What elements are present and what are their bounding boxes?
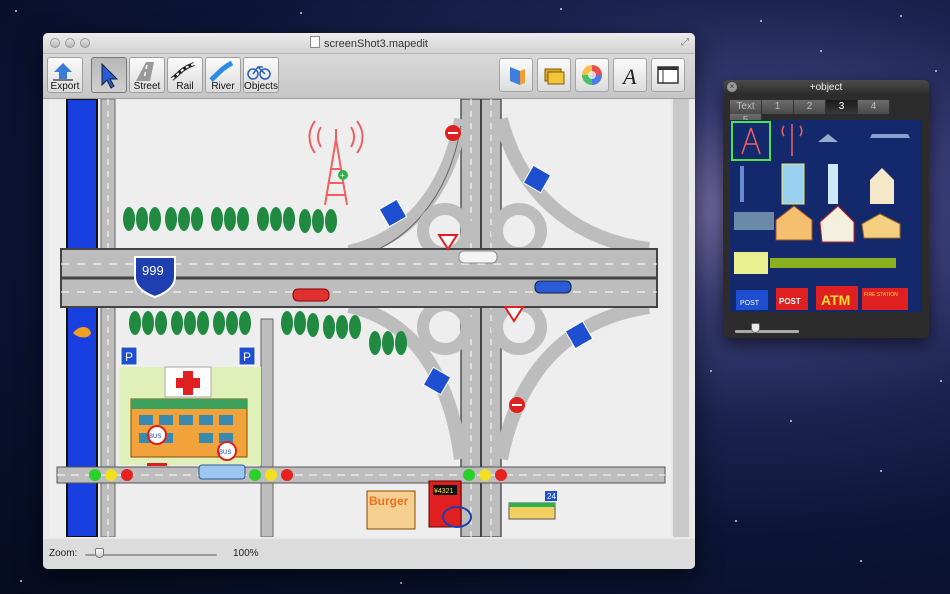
zoom-value: 100%	[233, 548, 259, 559]
palette-building-tall[interactable]	[781, 163, 805, 205]
car-white[interactable]	[458, 250, 498, 264]
fullscreen-icon[interactable]: ⤢	[681, 37, 689, 48]
palette-tower-red[interactable]	[741, 127, 761, 155]
palette-rail-green[interactable]	[770, 258, 896, 268]
inspector-button[interactable]	[651, 58, 685, 92]
font-button[interactable]: A	[613, 58, 647, 92]
selected-object-highlight	[731, 121, 771, 161]
palette-house-brown[interactable]	[775, 205, 813, 241]
zoom-label: Zoom:	[49, 548, 78, 559]
zoom-slider-track[interactable]	[85, 554, 217, 556]
object-palette: × +object Text 1 2 3 4 5 POST	[723, 80, 929, 338]
palette-title-bar[interactable]: × +object	[723, 80, 929, 95]
car-red[interactable]	[292, 288, 330, 302]
map-editor-window: screenShot3.mapedit ⤢ Export Street Rail…	[43, 33, 695, 569]
palette-size-knob[interactable]	[751, 323, 760, 333]
svg-text:A: A	[621, 64, 637, 89]
map-drawing[interactable]: + 999 P P BUS BUS Burger ¥4321 24	[49, 99, 671, 537]
layers-blue-icon	[510, 67, 525, 85]
arrow-cursor-icon	[101, 62, 119, 89]
street-icon	[136, 62, 154, 81]
svg-text:+: +	[340, 171, 345, 180]
palette-bridge-2[interactable]	[870, 134, 910, 138]
loop-upper-right[interactable]	[491, 203, 547, 259]
rail-tool-button[interactable]: Rail	[167, 57, 203, 93]
radio-tower[interactable]	[308, 120, 364, 206]
svg-text:FIRE STATION: FIRE STATION	[864, 292, 898, 298]
color-button[interactable]	[575, 58, 609, 92]
svg-text:P: P	[243, 350, 251, 364]
bicycle-icon	[247, 65, 271, 80]
palette-church[interactable]	[870, 168, 894, 204]
objects-tool-button[interactable]: Objects	[243, 57, 279, 93]
palette-tab-3[interactable]: 3	[826, 100, 858, 114]
river-tool-button[interactable]: River	[205, 57, 241, 93]
palette-pole[interactable]	[740, 166, 744, 202]
layer-order-button[interactable]	[499, 58, 533, 92]
inspector-icon	[657, 66, 679, 84]
palette-factory[interactable]	[734, 212, 774, 230]
palette-bridge-1[interactable]	[818, 134, 838, 142]
palette-wall-yellow[interactable]	[734, 252, 768, 274]
title-bar[interactable]: screenShot3.mapedit ⤢	[43, 33, 695, 54]
svg-text:BUS: BUS	[149, 434, 161, 440]
palette-tab-2[interactable]: 2	[794, 100, 826, 114]
traffic-light-left[interactable]	[89, 469, 133, 481]
street-tool-button[interactable]: Street	[129, 57, 165, 93]
svg-text:ATM: ATM	[821, 292, 850, 308]
svg-text:24: 24	[547, 492, 556, 501]
palette-tab-1[interactable]: 1	[762, 100, 794, 114]
svg-text:¥4321: ¥4321	[434, 488, 454, 495]
folders-icon	[544, 68, 565, 85]
palette-close-icon[interactable]: ×	[727, 82, 737, 92]
color-wheel-icon	[582, 65, 602, 85]
svg-text:Burger: Burger	[369, 494, 409, 508]
palette-tab-text[interactable]: Text	[730, 100, 762, 114]
rail-icon	[170, 62, 195, 81]
traffic-light-mid[interactable]	[249, 469, 293, 481]
svg-text:POST: POST	[740, 300, 760, 307]
traffic-light-right[interactable]	[463, 469, 507, 481]
trees-upper[interactable]	[123, 207, 337, 233]
river-icon	[209, 60, 234, 82]
palette-tower-white[interactable]	[828, 164, 838, 204]
palette-object-grid: POST POST ATM FIRE STATION	[730, 120, 922, 312]
font-icon: A	[621, 64, 637, 89]
folder-button[interactable]	[537, 58, 571, 92]
palette-house-red[interactable]	[819, 205, 855, 243]
palette-size-slider[interactable]	[735, 330, 799, 333]
vertical-scrollbar[interactable]	[673, 99, 689, 537]
export-button[interactable]: Export	[47, 57, 83, 93]
palette-antenna[interactable]	[781, 124, 803, 156]
document-icon	[310, 36, 321, 48]
palette-house-small[interactable]	[861, 213, 901, 239]
palette-tabs: Text 1 2 3 4 5	[730, 100, 920, 128]
svg-text:POST: POST	[779, 297, 801, 306]
map-canvas[interactable]: + 999 P P BUS BUS Burger ¥4321 24	[49, 99, 671, 537]
svg-text:BUS: BUS	[219, 450, 231, 456]
street-mid-vertical[interactable]	[260, 318, 274, 537]
bus[interactable]	[198, 464, 246, 480]
ramp-upper-right[interactable]	[494, 117, 650, 256]
route-sign-label: 999	[142, 263, 164, 278]
status-footer: Zoom: 100%	[43, 539, 695, 569]
window-title: screenShot3.mapedit	[43, 36, 695, 50]
svg-text:P: P	[125, 350, 133, 364]
car-blue[interactable]	[534, 280, 572, 294]
palette-tab-4[interactable]: 4	[858, 100, 890, 114]
zoom-slider-knob[interactable]	[95, 548, 104, 558]
select-tool-button[interactable]	[91, 57, 127, 93]
toolbar: Export Street Rail River Objects A	[43, 54, 695, 99]
export-icon	[53, 63, 73, 81]
